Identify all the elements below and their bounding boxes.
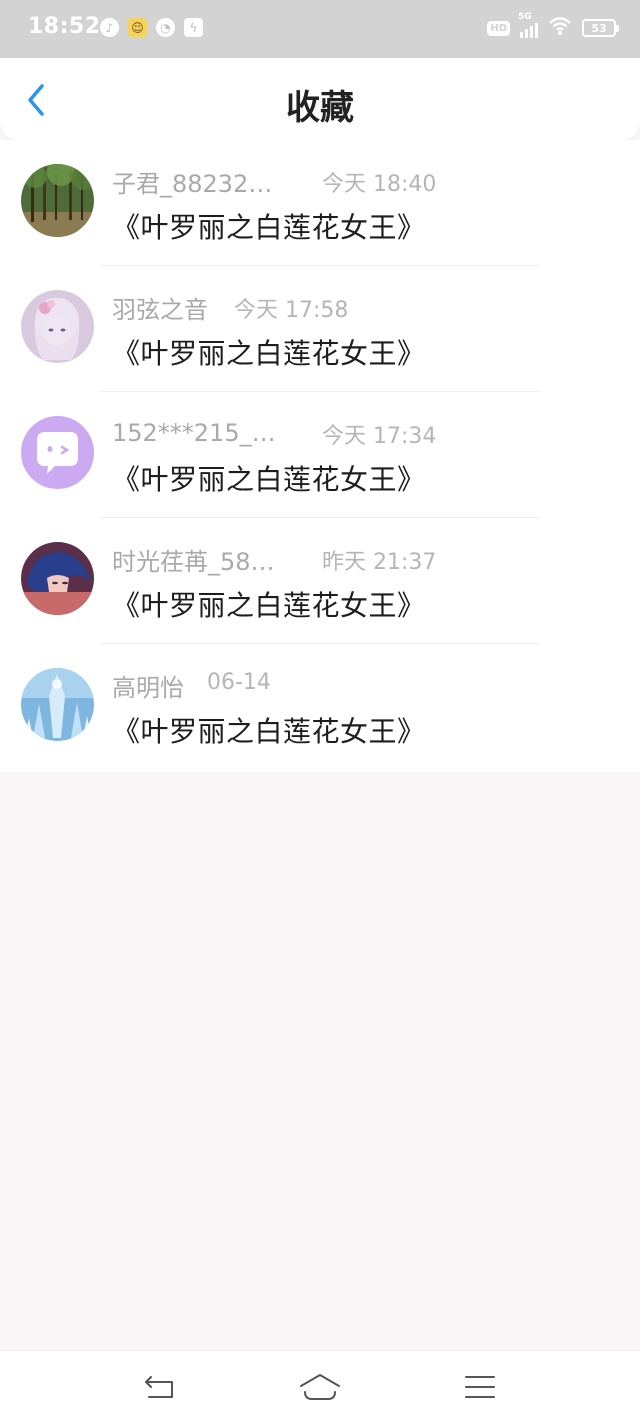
hd-badge: HD [487, 20, 510, 36]
item-title[interactable]: 《叶罗丽之白莲花女王》 [112, 710, 426, 750]
battery-icon: 53 [582, 19, 619, 37]
list-item[interactable]: 子君_88232… 今天 18:40 《叶罗丽之白莲花女王》 [0, 140, 640, 266]
author-name: 羽弦之音 [112, 295, 208, 324]
anime-girl-avatar[interactable] [21, 290, 94, 363]
status-time: 18:52 [28, 14, 101, 39]
item-title[interactable]: 《叶罗丽之白莲花女王》 [112, 206, 426, 246]
row-timestamp: 昨天 21:37 [322, 550, 437, 575]
nav-back-button[interactable] [138, 1369, 182, 1405]
network-type: 5G [518, 12, 532, 22]
menu-icon [465, 1376, 495, 1398]
status-bar: 18:52 ♪ ☺ ◔ ϟ HD 5G 53 [0, 0, 640, 58]
row-author: 高明怡 [112, 668, 184, 702]
game-app-icon: ☺ [128, 18, 147, 37]
status-right: HD 5G 53 [487, 12, 619, 40]
list-item[interactable]: 羽弦之音 今天 17:58 《叶罗丽之白莲花女王》 [0, 266, 640, 392]
row-timestamp: 06-14 [207, 670, 271, 695]
compass-icon: ◔ [156, 18, 175, 37]
bolt-icon: ϟ [184, 18, 203, 37]
chat-bubble-avatar[interactable] [21, 416, 94, 489]
list-item[interactable]: 高明怡 06-14 《叶罗丽之白莲花女王》 [0, 644, 640, 770]
signal-icon: 5G [518, 12, 538, 38]
author-name: 子君_88232… [112, 169, 273, 198]
back-arrow-icon [145, 1376, 173, 1398]
nav-menu-button[interactable] [458, 1369, 502, 1405]
header: 收藏 [0, 58, 640, 140]
nav-home-button[interactable] [298, 1369, 342, 1405]
row-timestamp: 今天 17:58 [234, 298, 349, 323]
author-name: 高明怡 [112, 673, 184, 702]
ice-queen-avatar[interactable] [21, 668, 94, 741]
list-item[interactable]: 时光荏苒_58… 昨天 21:37 《叶罗丽之白莲花女王》 [0, 518, 640, 644]
item-title[interactable]: 《叶罗丽之白莲花女王》 [112, 584, 426, 624]
music-note-icon: ♪ [100, 18, 119, 37]
item-title[interactable]: 《叶罗丽之白莲花女王》 [112, 458, 426, 498]
list-item[interactable]: 152***215_… 今天 17:34 《叶罗丽之白莲花女王》 [0, 392, 640, 518]
forest-avatar[interactable] [21, 164, 94, 237]
favorites-list: 子君_88232… 今天 18:40 《叶罗丽之白莲花女王》 羽弦之音 今天 1… [0, 140, 640, 772]
author-name: 时光荏苒_58… [112, 547, 275, 576]
row-timestamp: 今天 17:34 [322, 424, 437, 449]
item-title[interactable]: 《叶罗丽之白莲花女王》 [112, 332, 426, 372]
row-author: 羽弦之音 [112, 290, 208, 324]
page-title: 收藏 [286, 88, 354, 128]
blue-hair-avatar[interactable] [21, 542, 94, 615]
row-author: 时光荏苒_58… [112, 542, 275, 576]
row-timestamp: 今天 18:40 [322, 172, 437, 197]
row-author: 子君_88232… [112, 164, 272, 198]
home-icon [300, 1374, 340, 1400]
status-icons-left: ♪ ☺ ◔ ϟ [100, 18, 203, 37]
author-name: 152***215_… [112, 419, 276, 447]
row-author: 152***215_… [112, 416, 276, 450]
system-nav-bar [0, 1350, 640, 1425]
wifi-icon [548, 16, 572, 40]
